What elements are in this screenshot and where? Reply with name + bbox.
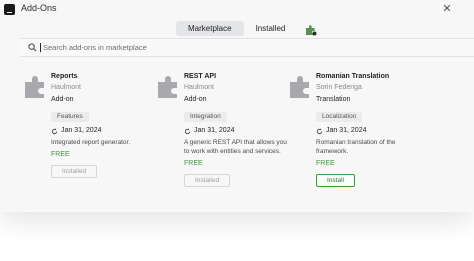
puzzle-settings-icon[interactable]: [305, 23, 317, 35]
puzzle-icon: [25, 76, 44, 98]
search-input[interactable]: Search add-ons in marketplace: [43, 43, 147, 52]
install-button[interactable]: Install: [316, 174, 355, 187]
installed-button[interactable]: Installed: [184, 174, 231, 187]
refresh-icon: [51, 127, 58, 134]
puzzle-icon: [158, 76, 177, 98]
addon-tag: Localization: [316, 112, 363, 122]
addon-name[interactable]: Reports: [51, 72, 155, 82]
addon-price: FREE: [184, 160, 203, 167]
addon-tag: Integration: [184, 112, 227, 122]
addon-kind: Add-on: [51, 96, 74, 103]
addon-name[interactable]: Romanian Translation: [316, 72, 420, 82]
addon-date-row: Jan 31, 2024: [316, 126, 420, 136]
title-bar: Add-Ons ✕: [0, 0, 474, 19]
puzzle-icon: [290, 76, 309, 98]
addon-date-row: Jan 31, 2024: [184, 126, 288, 136]
intellij-icon: [4, 4, 15, 15]
addon-date: Jan 31, 2024: [194, 127, 235, 134]
addon-vendor: Sorin Federiga: [316, 84, 362, 91]
addon-description: A generic REST API that allows you to wo…: [184, 139, 287, 155]
addon-date-row: Jan 31, 2024: [51, 126, 155, 136]
addon-tag: Features: [51, 112, 89, 122]
refresh-icon: [316, 127, 323, 134]
addon-price: FREE: [51, 151, 70, 158]
addon-kind: Add-on: [184, 96, 207, 103]
close-icon[interactable]: ✕: [441, 3, 453, 15]
addon-kind: Translation: [316, 96, 351, 103]
addons-window: Add-Ons ✕ Marketplace Installed Search a…: [0, 0, 474, 212]
addon-date: Jan 31, 2024: [326, 127, 367, 134]
text-caret: [40, 43, 41, 52]
addon-name[interactable]: REST API: [184, 72, 288, 82]
tab-marketplace[interactable]: Marketplace: [176, 21, 244, 36]
addon-price: FREE: [316, 160, 335, 167]
addon-vendor: Haulmont: [184, 84, 214, 91]
search-bar: Search add-ons in marketplace: [20, 38, 474, 57]
tab-bar: Marketplace Installed: [176, 21, 317, 36]
addon-date: Jan 31, 2024: [61, 127, 102, 134]
window-title: Add-Ons: [21, 3, 57, 13]
search-icon: [28, 43, 37, 52]
refresh-icon: [184, 127, 191, 134]
installed-button[interactable]: Installed: [51, 165, 98, 178]
tab-installed[interactable]: Installed: [244, 21, 298, 36]
addon-description: Integrated report generator.: [51, 139, 131, 146]
addon-description: Romanian translation of the framework.: [316, 139, 396, 155]
addon-vendor: Haulmont: [51, 84, 81, 91]
